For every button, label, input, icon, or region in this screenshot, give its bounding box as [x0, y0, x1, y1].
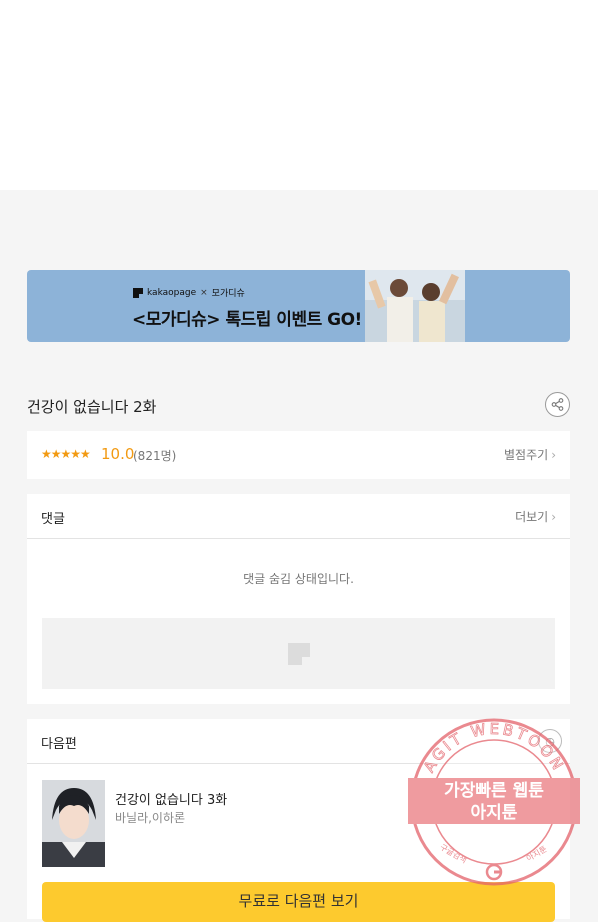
share-icon: [551, 398, 564, 411]
chevron-right-icon: ›: [551, 447, 556, 462]
comments-header: 댓글 더보기 ›: [27, 494, 570, 539]
watermark-line1: 가장빠른 웹툰: [444, 781, 544, 801]
event-banner[interactable]: kakaopage × 모가디슈 <모가디슈> 톡드립 이벤트 GO!: [27, 270, 570, 342]
ad-placeholder[interactable]: [42, 618, 555, 689]
rating-score: 10.0: [101, 445, 135, 463]
watermark-line2: 아지툰: [471, 803, 518, 823]
banner-brand-separator: ×: [200, 287, 208, 298]
banner-partner: 모가디슈: [211, 289, 245, 299]
comments-card: 댓글 더보기 › 댓글 숨김 상태입니다.: [27, 494, 570, 704]
rating-count: (821명): [133, 449, 177, 463]
comments-hidden-message: 댓글 숨김 상태입니다.: [243, 572, 354, 586]
watermark-stamp: AGIT WEBTOON 가장빠른 웹툰 아지툰 구글검색 아지툰: [408, 718, 580, 886]
comments-more-label: 더보기: [515, 510, 549, 524]
banner-brand: kakaopage: [147, 287, 197, 298]
chevron-right-icon: ›: [551, 509, 556, 524]
rating-card: ★★★★★ 10.0 (821명) 별점주기 ›: [27, 431, 570, 479]
top-blank-area: [0, 0, 598, 190]
next-episode-thumbnail[interactable]: [42, 780, 105, 867]
kakaopage-logo-icon: [133, 287, 143, 298]
next-episode-authors: 바닐라,이하론: [115, 811, 186, 825]
rating-stars: ★★★★★: [41, 447, 91, 461]
kakaopage-placeholder-icon: [288, 643, 310, 665]
share-button[interactable]: [545, 392, 570, 417]
next-episode-title-label: 다음편: [41, 737, 77, 752]
banner-brand-row: kakaopage × 모가디슈: [133, 286, 245, 299]
episode-title: 건강이 없습니다 2화: [27, 398, 157, 416]
banner-headline: <모가디슈> 톡드립 이벤트 GO!: [132, 310, 362, 330]
free-next-episode-button[interactable]: 무료로 다음편 보기: [42, 882, 555, 922]
thumbnail-image: [42, 780, 105, 867]
episode-title-row: 건강이 없습니다 2화: [27, 392, 570, 420]
next-episode-title[interactable]: 건강이 없습니다 3화: [115, 789, 227, 808]
comments-more-button[interactable]: 더보기 ›: [515, 508, 556, 525]
rate-button-label: 별점주기: [504, 448, 549, 462]
rate-button[interactable]: 별점주기 ›: [504, 446, 556, 463]
comments-title: 댓글: [41, 512, 65, 527]
banner-actors-image: [365, 270, 465, 342]
